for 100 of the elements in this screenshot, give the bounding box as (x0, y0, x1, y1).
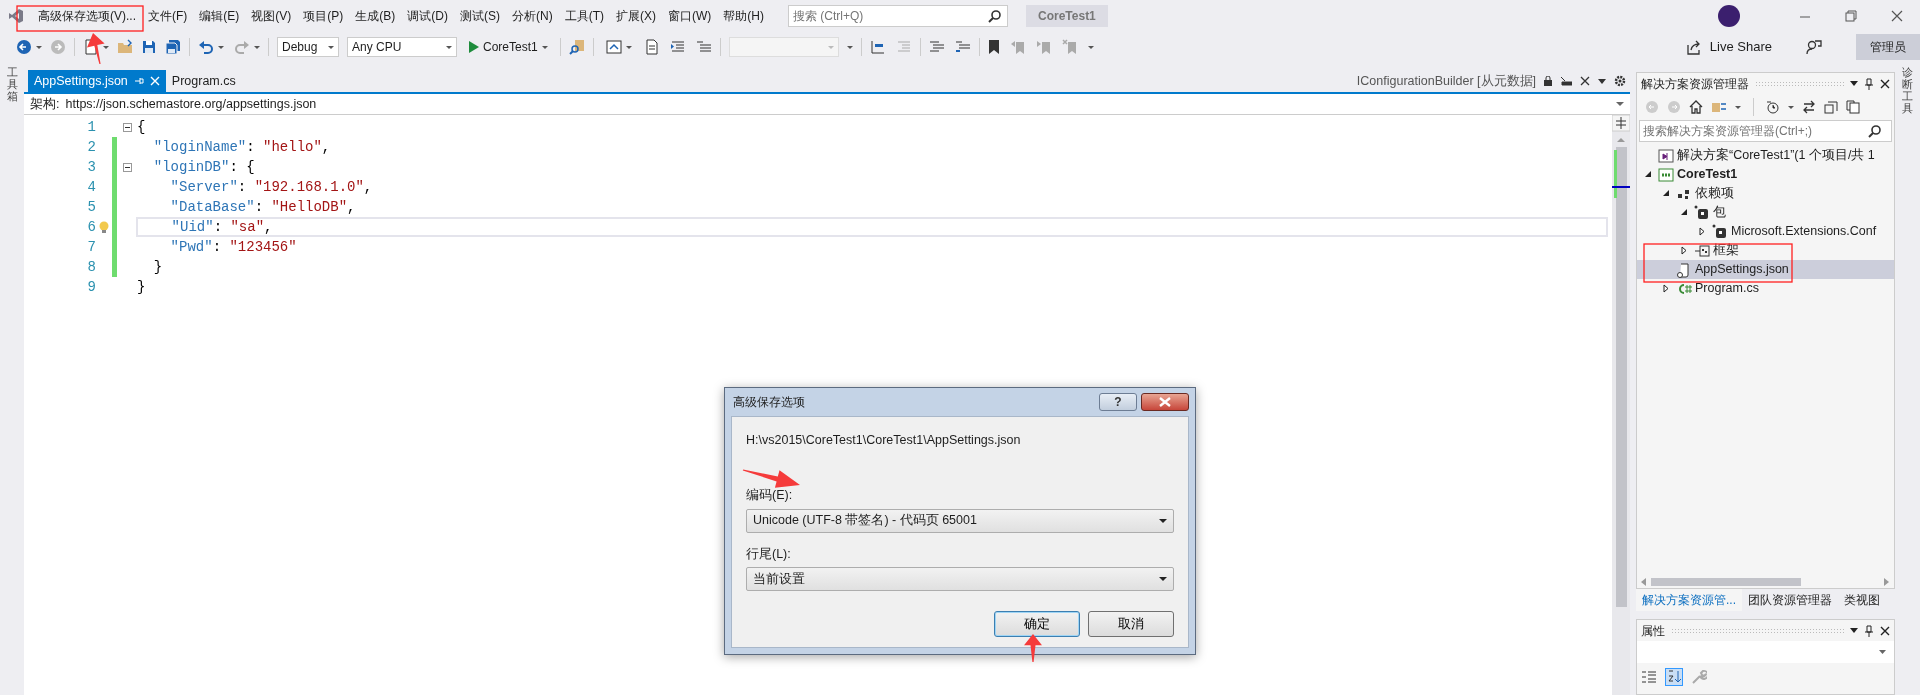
toolbox-tab[interactable]: 工具箱 (6, 66, 18, 103)
code-line: "loginDB": { (152, 158, 256, 177)
expanded-arrow-icon[interactable] (1644, 170, 1652, 179)
dropdown[interactable]: 当前设置 (746, 567, 1174, 592)
dropdown[interactable]: Unicode (UTF-8 带签名) - 代码页 65001 (746, 508, 1174, 533)
tree-item[interactable]: 解决方案“CoreTest1”(1 个项目/共 1 (1637, 146, 1894, 165)
menu-item[interactable]: 窗口(W) (662, 6, 718, 26)
caret-icon (541, 45, 548, 49)
document-tab[interactable]: Program.cs (165, 70, 242, 92)
caret-icon[interactable] (1850, 628, 1858, 633)
code-line: } (152, 258, 164, 277)
save-all-icon[interactable] (165, 39, 181, 55)
caret-icon[interactable] (103, 45, 109, 49)
ok-button[interactable]: 确定 (994, 611, 1080, 637)
collapsed-arrow-icon[interactable] (1698, 227, 1706, 236)
feedback-icon[interactable] (1806, 39, 1822, 55)
diagnostic-tools-tab[interactable]: 诊断工具 (1902, 66, 1913, 115)
undo-icon[interactable] (198, 39, 214, 55)
lock-icon[interactable] (1544, 76, 1552, 86)
caret-icon[interactable] (625, 45, 632, 49)
configuration-dropdown[interactable]: Debug (277, 37, 339, 57)
collapse-all-icon[interactable] (1824, 100, 1838, 114)
home-icon[interactable] (1689, 100, 1703, 114)
admin-badge[interactable]: 管理员 (1856, 34, 1920, 60)
folder-icon[interactable] (117, 39, 133, 55)
indent-icon[interactable] (669, 39, 686, 55)
tree-item[interactable]: 包 (1637, 203, 1894, 222)
menu-item[interactable]: 文件(F) (142, 6, 194, 26)
platform-dropdown[interactable]: Any CPU (347, 37, 457, 57)
close-icon[interactable] (1880, 625, 1890, 636)
package-icon (1712, 223, 1728, 240)
history-icon[interactable] (1766, 100, 1780, 114)
panel-tab[interactable]: 解决方案资源管... (1636, 589, 1742, 611)
expanded-arrow-icon[interactable] (1680, 208, 1688, 217)
metadata-tab[interactable]: IConfigurationBuilder [从元数据] (1356, 71, 1536, 91)
close-icon[interactable] (1880, 78, 1890, 89)
menu-item[interactable]: 编辑(E) (193, 6, 246, 26)
find-icon[interactable] (568, 39, 585, 55)
back-icon[interactable] (16, 39, 32, 55)
close-icon (1159, 397, 1171, 407)
caret-icon[interactable] (846, 45, 853, 49)
caret-icon[interactable] (218, 45, 224, 49)
menu-item[interactable]: 生成(B) (349, 6, 402, 26)
close-icon[interactable] (1890, 9, 1904, 23)
menu-item[interactable]: 工具(T) (558, 6, 610, 26)
close-button[interactable] (1141, 393, 1189, 411)
caret-icon[interactable] (254, 45, 260, 49)
menu-item[interactable]: 调试(D) (401, 6, 454, 26)
restore-icon[interactable] (1844, 9, 1858, 23)
close-icon[interactable] (1580, 76, 1590, 86)
caret-icon[interactable] (1788, 105, 1794, 109)
browser-icon[interactable] (605, 39, 622, 55)
avatar-icon[interactable] (1718, 5, 1740, 27)
menu-item[interactable]: 视图(V) (245, 6, 298, 26)
collapse-icon[interactable] (122, 162, 132, 172)
save-icon[interactable] (141, 39, 157, 55)
settings-icon[interactable] (1614, 75, 1626, 87)
tree-item[interactable]: AppSettings.json (1637, 260, 1894, 279)
pin-icon[interactable] (1864, 77, 1874, 90)
menu-item[interactable]: 分析(N) (506, 6, 559, 26)
menu-item[interactable]: 高级保存选项(V)... (32, 6, 142, 26)
live-share-button[interactable]: Live Share (1685, 37, 1772, 57)
share-icon (1685, 39, 1702, 55)
caret-icon[interactable] (36, 45, 42, 49)
logo-icon (8, 8, 24, 24)
collapse-icon[interactable] (122, 122, 132, 132)
code-line: "loginName": "hello", (152, 138, 332, 157)
swap-icon[interactable] (1802, 100, 1816, 114)
tree-item[interactable]: Microsoft.Extensions.Conf (1637, 222, 1894, 241)
lightbulb-icon[interactable] (99, 220, 109, 234)
caret-icon[interactable] (1087, 45, 1094, 49)
vertical-scrollbar[interactable] (1612, 115, 1630, 695)
caret-icon[interactable] (1735, 105, 1741, 109)
tree-item[interactable]: 框架 (1637, 241, 1894, 260)
menu-item[interactable]: 帮助(H) (717, 6, 770, 26)
tree-item[interactable]: 依赖项 (1637, 184, 1894, 203)
line-number: 5 (86, 197, 96, 217)
collapsed-arrow-icon[interactable] (1680, 246, 1688, 255)
collapsed-arrow-icon[interactable] (1662, 284, 1670, 293)
alphabetical-icon[interactable] (1665, 668, 1683, 686)
tree-item[interactable]: CoreTest1 (1637, 165, 1894, 184)
list-icon[interactable] (928, 39, 945, 55)
cancel-button[interactable]: 取消 (1088, 611, 1174, 637)
bookmark-icon[interactable] (987, 39, 1000, 55)
caret-icon (1159, 518, 1167, 523)
menu-item[interactable]: 测试(S) (454, 6, 506, 26)
caret-icon[interactable] (1598, 78, 1606, 84)
document-icon[interactable] (643, 39, 660, 55)
search-field[interactable]: 搜索解决方案资源管理器(Ctrl+;) (1639, 120, 1892, 142)
help-button[interactable]: ? (1099, 393, 1137, 411)
start-button[interactable]: CoreTest1 (465, 38, 552, 56)
menu-item[interactable]: 项目(P) (297, 6, 350, 26)
pin-icon[interactable] (1864, 624, 1874, 637)
caret-icon[interactable] (1850, 81, 1858, 86)
categorized-icon[interactable] (1641, 669, 1657, 685)
copy-icon[interactable] (1846, 100, 1860, 114)
expanded-arrow-icon[interactable] (1662, 189, 1670, 198)
menu-item[interactable]: 扩展(X) (610, 6, 662, 26)
tree-item[interactable]: Program.cs (1637, 279, 1894, 298)
search-field[interactable]: 搜索 (Ctrl+Q) (788, 5, 1008, 27)
